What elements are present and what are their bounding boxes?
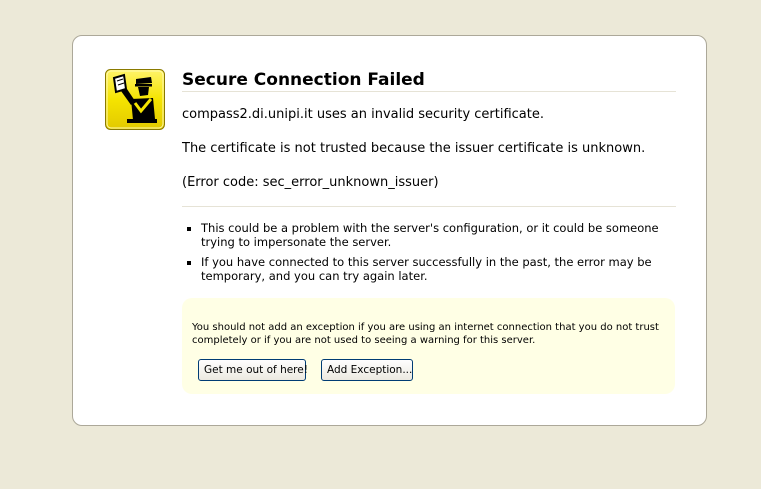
error-code-message: (Error code: sec_error_unknown_issuer) (182, 175, 439, 190)
list-item-text: If you have connected to this server suc… (201, 255, 652, 283)
page-title: Secure Connection Failed (182, 70, 425, 90)
bullet-icon (187, 227, 191, 231)
exception-warning-panel: You should not add an exception if you a… (182, 298, 675, 394)
error-page-container: Secure Connection Failed compass2.di.uni… (72, 35, 707, 426)
list-item: If you have connected to this server suc… (185, 255, 665, 283)
bullet-icon (187, 261, 191, 265)
explanation-list: This could be a problem with the server'… (185, 221, 665, 290)
title-divider (182, 91, 676, 92)
exception-warning-text: You should not add an exception if you a… (192, 322, 659, 346)
content-divider (182, 206, 676, 207)
get-me-out-button[interactable]: Get me out of here! (198, 359, 308, 381)
add-exception-button[interactable]: Add Exception... (321, 359, 413, 381)
security-officer-icon (105, 69, 165, 130)
list-item: This could be a problem with the server'… (185, 221, 665, 249)
list-item-text: This could be a problem with the server'… (201, 221, 659, 249)
host-message: compass2.di.unipi.it uses an invalid sec… (182, 107, 544, 122)
reason-message: The certificate is not trusted because t… (182, 141, 646, 156)
